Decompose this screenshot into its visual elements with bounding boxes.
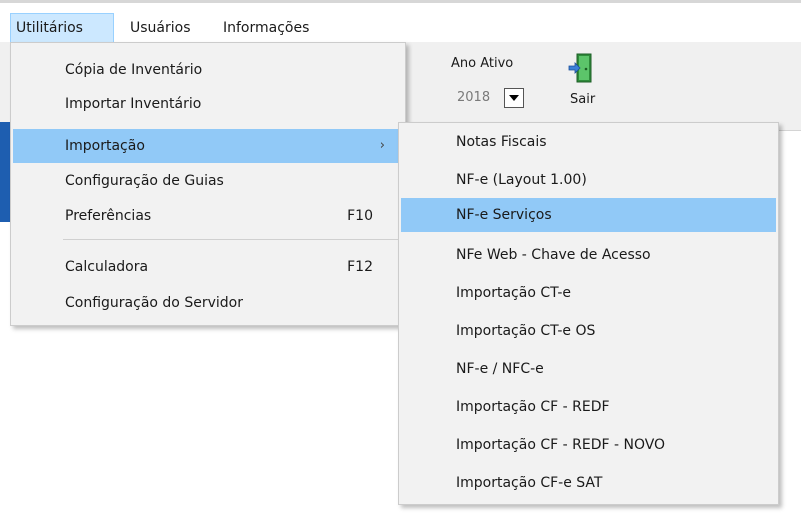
menu-item-label: NF-e (Layout 1.00) (456, 172, 587, 188)
menu-item-importar-inventario[interactable]: Importar Inventário (13, 87, 403, 121)
menu-item-label: Preferências (65, 208, 152, 224)
ano-ativo-select[interactable]: 2018 (451, 88, 529, 110)
submenu-item-cf-redf[interactable]: Importação CF - REDF (401, 390, 776, 424)
menu-item-configuracao-guias[interactable]: Configuração de Guias (13, 164, 403, 198)
submenu-item-nfe-servicos[interactable]: NF-e Serviços (401, 198, 776, 232)
submenu-item-cfe-sat[interactable]: Importação CF-e SAT (401, 466, 776, 500)
exit-door-icon (568, 52, 596, 86)
importacao-submenu: Notas Fiscais NF-e (Layout 1.00) NF-e Se… (398, 122, 779, 505)
ano-ativo-value: 2018 (457, 90, 491, 105)
menu-item-label: NF-e / NFC-e (456, 361, 544, 377)
chevron-down-icon[interactable] (504, 88, 524, 108)
menu-bar: Utilitários Usuários Informações (0, 0, 801, 43)
menu-informacoes[interactable]: Informações (218, 13, 336, 43)
menu-utilitarios[interactable]: Utilitários (10, 13, 114, 43)
menu-item-label: NFe Web - Chave de Acesso (456, 247, 651, 263)
submenu-item-notas-fiscais[interactable]: Notas Fiscais (401, 125, 776, 159)
app-window: Ano Ativo 2018 Sair Utilitários Usuários… (0, 0, 801, 513)
menu-item-configuracao-servidor[interactable]: Configuração do Servidor (13, 286, 403, 320)
menu-item-label: NF-e Serviços (456, 207, 552, 223)
menu-item-label: Importação CF-e SAT (456, 475, 603, 491)
submenu-item-importacao-cte-os[interactable]: Importação CT-e OS (401, 314, 776, 348)
ano-ativo-label: Ano Ativo (451, 56, 514, 71)
menu-item-label: Importação CF - REDF (456, 399, 610, 415)
submenu-item-importacao-cte[interactable]: Importação CT-e (401, 276, 776, 310)
menu-item-label: Cópia de Inventário (65, 62, 203, 78)
menu-item-label: Importação CF - REDF - NOVO (456, 437, 666, 453)
menu-item-label: Configuração de Guias (65, 173, 224, 189)
shortcut-label: F10 (347, 208, 373, 224)
submenu-item-nfe-layout[interactable]: NF-e (Layout 1.00) (401, 163, 776, 197)
submenu-item-nfe-web-chave[interactable]: NFe Web - Chave de Acesso (401, 238, 776, 272)
submenu-item-cf-redf-novo[interactable]: Importação CF - REDF - NOVO (401, 428, 776, 462)
menu-item-preferencias[interactable]: Preferências F10 (13, 199, 403, 233)
menu-item-label: Importação CT-e (456, 285, 572, 301)
chevron-right-icon: › (379, 138, 385, 153)
menu-item-label: Importar Inventário (65, 96, 202, 112)
menu-item-label: Calculadora (65, 259, 149, 275)
menu-separator (63, 239, 401, 240)
menu-item-label: Importação CT-e OS (456, 323, 596, 339)
menu-item-importacao[interactable]: Importação › (13, 129, 403, 163)
menu-item-copia-inventario[interactable]: Cópia de Inventário (13, 53, 403, 87)
shortcut-label: F12 (347, 259, 373, 275)
sair-button[interactable]: Sair (558, 52, 608, 122)
utilitarios-dropdown: Cópia de Inventário Importar Inventário … (10, 42, 406, 326)
submenu-item-nfe-nfce[interactable]: NF-e / NFC-e (401, 352, 776, 386)
menu-item-label: Notas Fiscais (456, 134, 547, 150)
menu-item-label: Configuração do Servidor (65, 295, 243, 311)
menu-item-label: Importação (65, 138, 145, 154)
sair-label: Sair (570, 92, 596, 107)
menu-item-calculadora[interactable]: Calculadora F12 (13, 250, 403, 284)
menu-usuarios[interactable]: Usuários (125, 13, 211, 43)
